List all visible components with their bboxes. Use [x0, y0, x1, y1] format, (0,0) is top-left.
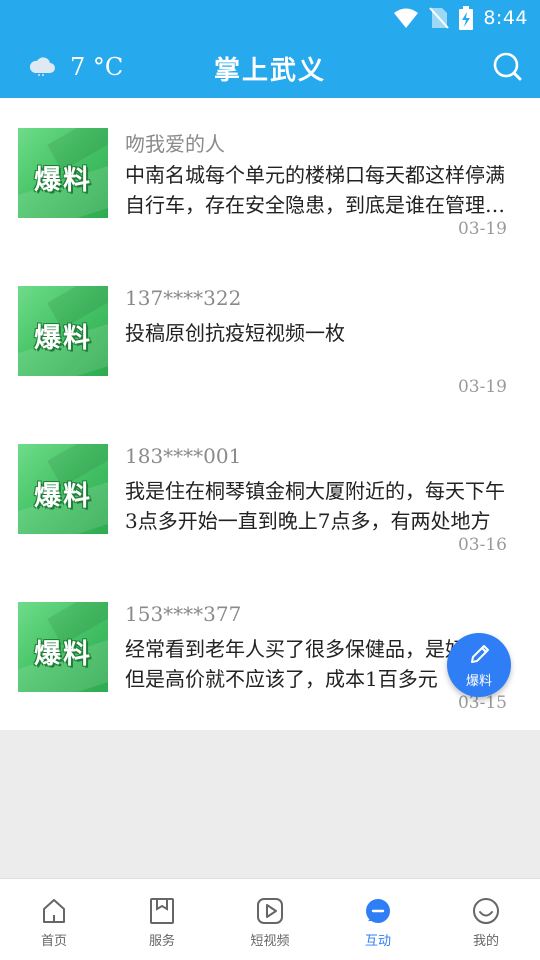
feed-content: 中南名城每个单元的楼梯口每天都这样停满自行车，存在安全隐患，到底是谁在管理这件事…	[125, 163, 505, 217]
app-title: 掌上武义	[213, 56, 326, 86]
thumbnail-badge: 爆料	[34, 639, 92, 670]
feed-item[interactable]: 爆料 137****322 投稿原创抗疫短视频一枚 03-19	[0, 256, 540, 414]
battery-charging-icon	[459, 6, 474, 30]
feed-author: 吻我爱的人	[125, 132, 225, 156]
feed-author: 183****001	[125, 444, 242, 468]
feed-thumbnail: 爆料	[18, 602, 108, 692]
feed-list: 爆料 吻我爱的人 中南名城每个单元的楼梯口每天都这样停满自行车，存在安全隐患，到…	[0, 98, 540, 730]
feed-content: 我是住在桐琴镇金桐大厦附近的，每天下午3点多开始一直到晚上7点多，有两处地方	[125, 479, 505, 533]
nav-item-home[interactable]: 首页	[0, 879, 108, 960]
app-bar: 7 °C 掌上武义	[0, 36, 540, 98]
report-fab-button[interactable]: 爆料	[447, 633, 511, 697]
no-sim-icon	[429, 6, 450, 30]
bookmark-icon	[148, 897, 176, 925]
feed-date: 03-19	[457, 219, 507, 239]
feed-date: 03-16	[457, 535, 507, 555]
nav-item-mine[interactable]: 我的	[432, 879, 540, 960]
nav-label: 服务	[148, 934, 175, 949]
feed-content: 投稿原创抗疫短视频一枚	[125, 321, 345, 345]
nav-item-services[interactable]: 服务	[108, 879, 216, 960]
smiley-icon	[472, 897, 500, 925]
thumbnail-badge: 爆料	[34, 481, 92, 512]
status-time: 8:44	[483, 7, 528, 29]
feed-author: 137****322	[125, 286, 242, 310]
feed-author: 153****377	[125, 602, 242, 626]
feed-item[interactable]: 爆料 183****001 我是住在桐琴镇金桐大厦附近的，每天下午3点多开始一直…	[0, 414, 540, 572]
wifi-icon	[393, 7, 419, 29]
home-icon	[40, 897, 68, 925]
thumbnail-badge: 爆料	[34, 165, 92, 196]
thumbnail-badge: 爆料	[34, 323, 92, 354]
nav-label: 短视频	[250, 934, 290, 949]
bottom-nav: 首页 服务 短视频 互动 我的	[0, 878, 540, 960]
app-screen: 8:44 7 °C 掌上武义 爆料 吻我爱的人 中南名城每个单元的楼梯口每天都这…	[0, 0, 540, 960]
fab-label: 爆料	[465, 674, 492, 689]
feed-thumbnail: 爆料	[18, 286, 108, 376]
nav-label: 首页	[40, 934, 67, 949]
nav-label: 我的	[472, 934, 499, 949]
status-bar: 8:44	[0, 0, 540, 36]
feed-thumbnail: 爆料	[18, 444, 108, 534]
search-icon	[492, 52, 524, 87]
search-button[interactable]	[492, 51, 524, 83]
nav-label: 互动	[364, 934, 391, 949]
chat-bubble-icon	[364, 897, 392, 925]
feed-item[interactable]: 爆料 吻我爱的人 中南名城每个单元的楼梯口每天都这样停满自行车，存在安全隐患，到…	[0, 98, 540, 256]
video-play-icon	[256, 897, 284, 925]
feed-date: 03-19	[457, 377, 507, 397]
nav-item-interact[interactable]: 互动	[324, 879, 432, 960]
nav-item-short-video[interactable]: 短视频	[216, 879, 324, 960]
feed-thumbnail: 爆料	[18, 128, 108, 218]
